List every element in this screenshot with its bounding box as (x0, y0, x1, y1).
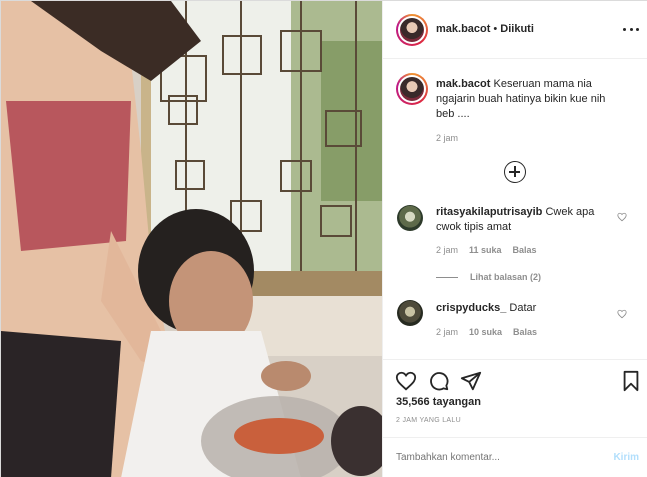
post-video[interactable] (1, 1, 382, 477)
caption-time: 2 jam (436, 133, 459, 143)
more-horizontal-icon[interactable] (623, 22, 639, 36)
comments-section: mak.bacot Keseruan mama nia ngajarin bua… (383, 59, 647, 359)
author-username[interactable]: mak.bacot (436, 23, 490, 35)
comment-likes-count[interactable]: 10 suka (469, 327, 502, 337)
comment-reply-button[interactable]: Balas (513, 327, 537, 337)
post-timestamp[interactable]: 2 JAM YANG LALU (396, 417, 461, 424)
comment-input[interactable] (396, 452, 596, 463)
author-info: mak.bacot • Diikuti (436, 23, 534, 35)
view-count[interactable]: 35,566 tayangan (396, 396, 481, 408)
commenter-avatar[interactable] (397, 205, 423, 231)
comment-item: ritasyakilaputrisayib Cwek apa cwok tipi… (436, 205, 616, 235)
instagram-post: mak.bacot • Diikuti mak.bacot Keseruan mam… (0, 0, 647, 477)
comment-username[interactable]: ritasyakilaputrisayib (436, 206, 542, 218)
post-side-panel: mak.bacot • Diikuti mak.bacot Keseruan mam… (382, 1, 647, 477)
video-frame-image (1, 1, 382, 477)
comment-like-heart-icon[interactable] (617, 309, 627, 319)
separator-dot: • (493, 23, 498, 35)
caption-username[interactable]: mak.bacot (436, 78, 490, 90)
commenter-avatar[interactable] (397, 300, 423, 326)
comment-likes-count[interactable]: 11 suka (469, 245, 502, 255)
comment-username[interactable]: crispyducks_ (436, 302, 506, 314)
comment-like-heart-icon[interactable] (617, 212, 627, 222)
bookmark-icon[interactable] (620, 370, 642, 392)
comment-text: Datar (509, 302, 537, 314)
post-actions-bar (383, 359, 647, 392)
view-replies-button[interactable]: Lihat balasan (2) (436, 272, 541, 282)
plus-circle-icon[interactable] (504, 161, 526, 183)
follow-status-button[interactable]: Diikuti (500, 23, 534, 35)
post-comment-button[interactable]: Kirim (613, 452, 639, 463)
heart-icon[interactable] (395, 370, 417, 392)
paper-plane-icon[interactable] (460, 370, 482, 392)
comment-bubble-icon[interactable] (428, 370, 450, 392)
caption-author-avatar[interactable] (396, 73, 428, 105)
comment-meta: 2 jam 11 suka Balas (436, 245, 537, 255)
replies-divider-line (436, 276, 458, 278)
comment-time: 2 jam (436, 245, 459, 255)
comment-reply-button[interactable]: Balas (513, 245, 537, 255)
view-replies-label[interactable]: Lihat balasan (2) (470, 272, 541, 282)
author-avatar[interactable] (396, 14, 428, 46)
post-caption: mak.bacot Keseruan mama nia ngajarin bua… (436, 77, 626, 122)
comment-time: 2 jam (436, 327, 459, 337)
comment-meta: 2 jam 10 suka Balas (436, 327, 537, 337)
post-header: mak.bacot • Diikuti (383, 1, 647, 59)
comment-item: crispyducks_ Datar (436, 301, 616, 316)
add-comment-bar: Kirim (383, 437, 647, 477)
